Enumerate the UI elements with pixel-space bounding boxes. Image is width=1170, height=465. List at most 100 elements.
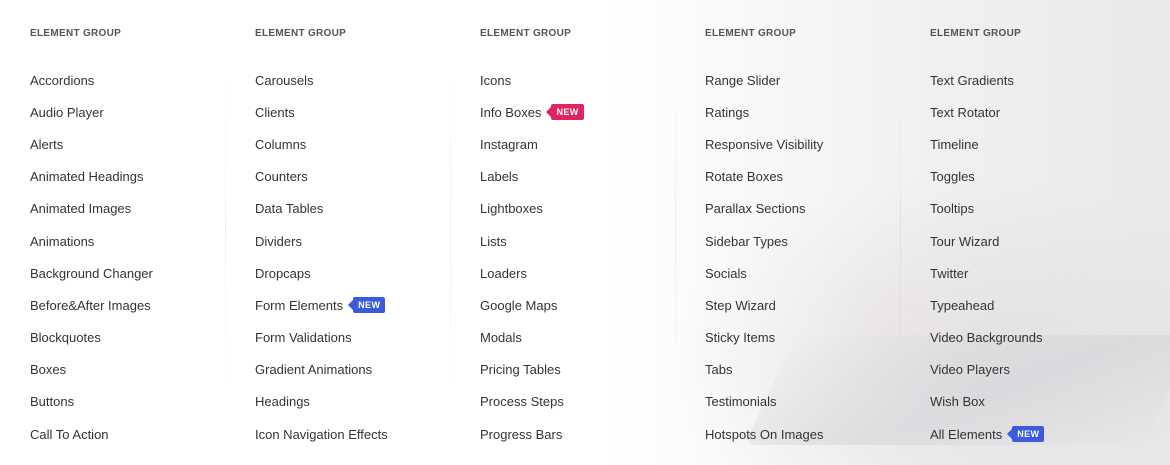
menu-item-form-validations[interactable]: Form Validations	[255, 322, 388, 354]
menu-item-tooltips[interactable]: Tooltips	[930, 193, 1044, 225]
menu-item-label: Video Backgrounds	[930, 330, 1043, 346]
menu-item-label: Timeline	[930, 136, 979, 152]
menu-item-labels[interactable]: Labels	[480, 161, 584, 193]
menu-item-timeline[interactable]: Timeline	[930, 128, 1044, 160]
menu-item-accordions[interactable]: Accordions	[30, 64, 153, 96]
menu-item-columns[interactable]: Columns	[255, 128, 388, 160]
menu-item-lightboxes[interactable]: Lightboxes	[480, 193, 584, 225]
menu-item-label: Columns	[255, 136, 307, 152]
menu-item-google-maps[interactable]: Google Maps	[480, 289, 584, 321]
menu-item-background-changer[interactable]: Background Changer	[30, 257, 153, 289]
menu-item-boxes[interactable]: Boxes	[30, 354, 153, 386]
menu-item-socials[interactable]: Socials	[705, 257, 824, 289]
menu-item-sidebar-types[interactable]: Sidebar Types	[705, 225, 824, 257]
menu-item-instagram[interactable]: Instagram	[480, 128, 584, 160]
menu-item-lists[interactable]: Lists	[480, 225, 584, 257]
menu-item-before-after-images[interactable]: Before&After Images	[30, 289, 153, 321]
new-badge: NEW	[546, 104, 584, 121]
menu-item-blockquotes[interactable]: Blockquotes	[30, 322, 153, 354]
menu-item-label: Info Boxes	[480, 104, 542, 120]
menu-item-animated-images[interactable]: Animated Images	[30, 193, 153, 225]
menu-item-call-to-action[interactable]: Call To Action	[30, 418, 153, 450]
column-item-list: Text Gradients Text Rotator Timeline Tog…	[930, 64, 1045, 450]
menu-item-label: Pricing Tables	[480, 362, 561, 378]
menu-item-label: Clients	[255, 104, 295, 120]
menu-item-typeahead[interactable]: Typeahead	[930, 289, 1044, 321]
menu-item-video-players[interactable]: Video Players	[930, 354, 1044, 386]
menu-item-label: Instagram	[480, 136, 538, 152]
menu-item-label: Lightboxes	[480, 201, 543, 217]
column-heading: ELEMENT GROUP	[705, 28, 797, 39]
menu-item-alerts[interactable]: Alerts	[30, 128, 153, 160]
menu-item-label: Text Gradients	[930, 72, 1014, 88]
menu-item-label: Ratings	[705, 104, 750, 120]
menu-item-rotate-boxes[interactable]: Rotate Boxes	[705, 161, 824, 193]
column-item-list: Icons Info Boxes NEW Instagram Labels Lig…	[480, 64, 584, 450]
menu-item-animated-headings[interactable]: Animated Headings	[30, 161, 153, 193]
menu-item-all-elements[interactable]: All Elements NEW	[930, 418, 1045, 450]
menu-column-5: ELEMENT GROUP Text Gradients Text Rotato…	[900, 0, 1125, 465]
menu-item-testimonials[interactable]: Testimonials	[705, 386, 824, 418]
menu-item-pricing-tables[interactable]: Pricing Tables	[480, 354, 584, 386]
menu-item-modals[interactable]: Modals	[480, 322, 584, 354]
menu-item-label: Tour Wizard	[930, 233, 1000, 249]
menu-item-label: Dropcaps	[255, 265, 311, 281]
menu-item-clients[interactable]: Clients	[255, 96, 388, 128]
menu-item-label: Step Wizard	[705, 297, 776, 313]
menu-item-data-tables[interactable]: Data Tables	[255, 193, 388, 225]
menu-item-label: Before&After Images	[30, 297, 151, 313]
menu-item-label: Lists	[480, 233, 507, 249]
menu-item-info-boxes[interactable]: Info Boxes NEW	[480, 96, 584, 128]
menu-item-label: Animations	[30, 233, 95, 249]
menu-item-text-rotator[interactable]: Text Rotator	[930, 96, 1044, 128]
menu-item-twitter[interactable]: Twitter	[930, 257, 1044, 289]
menu-item-label: Parallax Sections	[705, 201, 806, 217]
menu-item-label: Form Validations	[255, 330, 352, 346]
menu-item-label: Socials	[705, 265, 747, 281]
menu-item-counters[interactable]: Counters	[255, 161, 388, 193]
menu-item-audio-player[interactable]: Audio Player	[30, 96, 153, 128]
menu-item-progress-bars[interactable]: Progress Bars	[480, 418, 584, 450]
menu-item-tour-wizard[interactable]: Tour Wizard	[930, 225, 1044, 257]
menu-item-carousels[interactable]: Carousels	[255, 64, 388, 96]
menu-item-parallax-sections[interactable]: Parallax Sections	[705, 193, 824, 225]
mega-menu: ELEMENT GROUP Accordions Audio Player Al…	[0, 0, 1170, 465]
menu-item-hotspots-on-images[interactable]: Hotspots On Images	[705, 418, 824, 450]
menu-item-gradient-animations[interactable]: Gradient Animations	[255, 354, 388, 386]
column-divider	[450, 75, 451, 385]
menu-item-animations[interactable]: Animations	[30, 225, 153, 257]
menu-item-headings[interactable]: Headings	[255, 386, 388, 418]
menu-item-label: Headings	[255, 394, 310, 410]
menu-column-1: ELEMENT GROUP Accordions Audio Player Al…	[0, 0, 225, 465]
menu-item-ratings[interactable]: Ratings	[705, 96, 824, 128]
menu-item-buttons[interactable]: Buttons	[30, 386, 153, 418]
menu-item-sticky-items[interactable]: Sticky Items	[705, 322, 824, 354]
menu-column-4: ELEMENT GROUP Range Slider Ratings Respo…	[675, 0, 900, 465]
menu-item-label: Data Tables	[255, 201, 324, 217]
menu-item-form-elements[interactable]: Form Elements NEW	[255, 289, 388, 321]
menu-item-label: Form Elements	[255, 297, 344, 313]
menu-item-range-slider[interactable]: Range Slider	[705, 64, 824, 96]
menu-item-text-gradients[interactable]: Text Gradients	[930, 64, 1044, 96]
menu-item-label: Testimonials	[705, 394, 777, 410]
menu-item-label: Google Maps	[480, 297, 558, 313]
menu-item-dropcaps[interactable]: Dropcaps	[255, 257, 388, 289]
menu-item-process-steps[interactable]: Process Steps	[480, 386, 584, 418]
column-heading: ELEMENT GROUP	[930, 28, 1022, 39]
menu-item-icon-navigation-effects[interactable]: Icon Navigation Effects	[255, 418, 388, 450]
menu-item-dividers[interactable]: Dividers	[255, 225, 388, 257]
menu-item-video-backgrounds[interactable]: Video Backgrounds	[930, 322, 1044, 354]
menu-item-wish-box[interactable]: Wish Box	[930, 386, 1044, 418]
column-heading: ELEMENT GROUP	[255, 28, 347, 39]
menu-item-label: Typeahead	[930, 297, 995, 313]
menu-item-label: Carousels	[255, 72, 314, 88]
menu-item-icons[interactable]: Icons	[480, 64, 584, 96]
menu-item-label: Dividers	[255, 233, 302, 249]
menu-item-label: Accordions	[30, 72, 95, 88]
column-item-list: Accordions Audio Player Alerts Animated …	[30, 64, 153, 450]
menu-item-responsive-visibility[interactable]: Responsive Visibility	[705, 128, 824, 160]
menu-item-tabs[interactable]: Tabs	[705, 354, 824, 386]
menu-item-toggles[interactable]: Toggles	[930, 161, 1044, 193]
menu-item-loaders[interactable]: Loaders	[480, 257, 584, 289]
menu-item-step-wizard[interactable]: Step Wizard	[705, 289, 824, 321]
